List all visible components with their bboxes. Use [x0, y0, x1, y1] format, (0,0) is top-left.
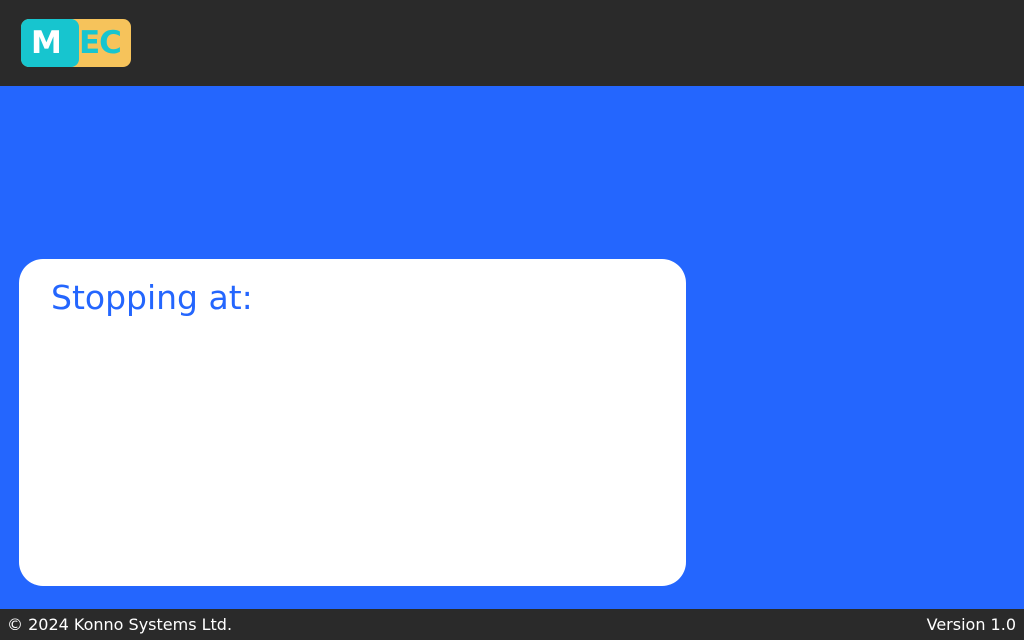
version-text: Version 1.0	[926, 615, 1016, 634]
stopping-at-label: Stopping at:	[51, 278, 253, 317]
top-bar: M EC	[0, 0, 1024, 86]
mec-logo: M EC	[21, 19, 131, 67]
logo-letters-ec: EC	[79, 25, 122, 61]
app-screen: M EC Stopping at: © 2024 Konno Systems L…	[0, 0, 1024, 640]
footer-bar: © 2024 Konno Systems Ltd. Version 1.0	[0, 609, 1024, 640]
logo-letter-m: M	[31, 25, 62, 61]
copyright-text: © 2024 Konno Systems Ltd.	[7, 615, 233, 634]
stop-info-card: Stopping at:	[19, 259, 686, 586]
